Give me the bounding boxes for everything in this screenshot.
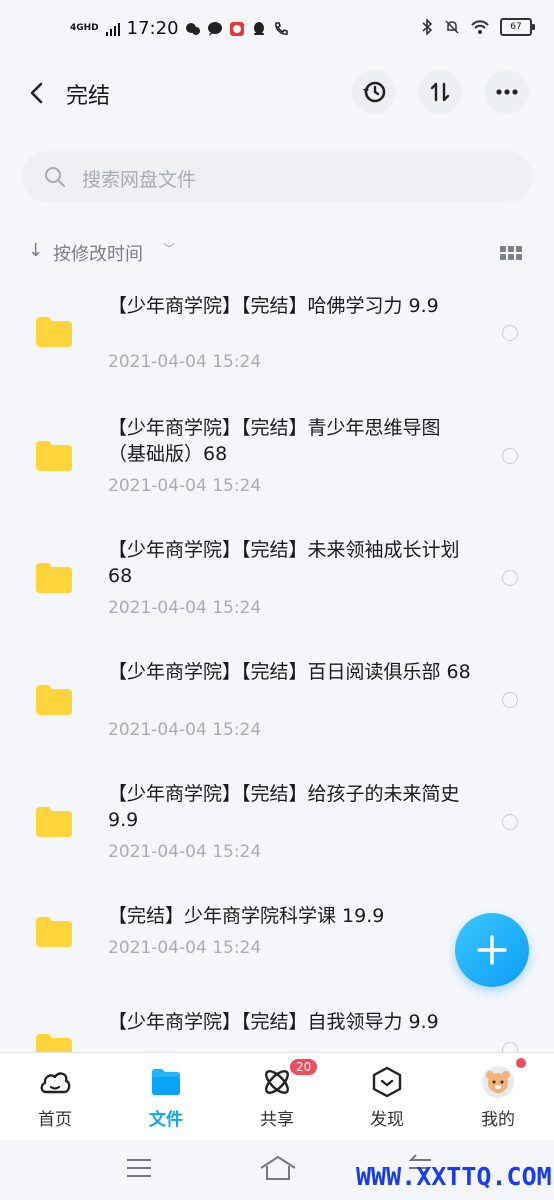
select-radio[interactable] bbox=[502, 814, 518, 830]
back-arrow-icon[interactable] bbox=[22, 78, 52, 108]
file-name: 【少年商学院】【完结】青少年思维导图（基础版）68 bbox=[108, 417, 441, 465]
sort-button[interactable] bbox=[418, 70, 462, 114]
select-radio[interactable] bbox=[502, 570, 518, 586]
tab-discover[interactable]: 发现 bbox=[342, 1065, 432, 1130]
network-indicator: 4GHD bbox=[70, 23, 99, 33]
status-bar: 4GHD 17:20 67 bbox=[0, 0, 554, 60]
status-left: 4GHD 17:20 bbox=[70, 18, 289, 39]
status-right: 67 bbox=[420, 18, 535, 36]
share-badge: 20 bbox=[290, 1059, 318, 1075]
tab-label: 共享 bbox=[260, 1110, 294, 1130]
page-title: 完结 bbox=[66, 84, 111, 109]
search-icon bbox=[45, 167, 65, 187]
file-row[interactable]: 【少年商学院】【完结】自我领导力 9.9 bbox=[0, 1006, 554, 1052]
file-row[interactable]: 【少年商学院】【完结】哈佛学习力 9.9 2021-04-04 15:24 bbox=[0, 290, 554, 390]
select-radio[interactable] bbox=[502, 448, 518, 464]
folder-icon bbox=[36, 441, 72, 471]
bluetooth-icon bbox=[422, 19, 433, 35]
watermark: WWW.XXTTQ.COM bbox=[356, 1162, 552, 1191]
history-button[interactable] bbox=[352, 70, 396, 114]
file-date: 2021-04-04 15:24 bbox=[108, 476, 262, 496]
sort-label[interactable]: 按修改时间 bbox=[53, 240, 143, 266]
add-button[interactable] bbox=[455, 913, 529, 987]
folder-icon bbox=[36, 1034, 72, 1052]
file-row[interactable]: 【少年商学院】【完结】未来领袖成长计划 68 2021-04-04 15:24 bbox=[0, 534, 554, 634]
tab-home[interactable]: 首页 bbox=[10, 1065, 100, 1130]
tab-label: 文件 bbox=[149, 1110, 183, 1130]
grid-view-icon[interactable] bbox=[500, 246, 522, 260]
app-badge-icon bbox=[229, 21, 244, 36]
bottom-tab-bar: 首页 文件 共享 发现 我的 bbox=[0, 1052, 554, 1141]
folder-icon bbox=[36, 807, 72, 837]
tab-label: 首页 bbox=[38, 1110, 72, 1130]
file-name: 【少年商学院】【完结】给孩子的未来简史 9.9 bbox=[108, 783, 460, 831]
orbit-share-icon bbox=[265, 1070, 289, 1094]
mute-bell-icon bbox=[445, 20, 459, 34]
more-button[interactable] bbox=[485, 70, 529, 114]
file-name: 【完结】少年商学院科学课 19.9 bbox=[108, 905, 385, 927]
file-date: 2021-04-04 15:24 bbox=[108, 598, 262, 618]
file-date: 2021-04-04 15:24 bbox=[108, 842, 262, 862]
signal-icon bbox=[105, 22, 120, 36]
more-icon bbox=[496, 89, 518, 95]
sort-bar: ↓ 按修改时间 ﹀ bbox=[0, 232, 554, 272]
file-row[interactable]: 【少年商学院】【完结】百日阅读俱乐部 68 2021-04-04 15:24 bbox=[0, 656, 554, 756]
tab-me[interactable]: 我的 bbox=[453, 1065, 543, 1130]
file-row[interactable]: 【少年商学院】【完结】给孩子的未来简史 9.9 2021-04-04 15:24 bbox=[0, 778, 554, 878]
search-placeholder: 搜索网盘文件 bbox=[82, 169, 197, 191]
file-name: 【少年商学院】【完结】哈佛学习力 9.9 bbox=[108, 295, 439, 317]
file-date: 2021-04-04 15:24 bbox=[108, 720, 262, 740]
folder-icon bbox=[36, 685, 72, 715]
discover-icon bbox=[372, 1066, 402, 1098]
qq-icon bbox=[253, 21, 264, 35]
chevron-down-icon[interactable]: ﹀ bbox=[163, 240, 175, 257]
history-icon bbox=[363, 81, 386, 103]
file-name: 【少年商学院】【完结】未来领袖成长计划 68 bbox=[108, 539, 460, 587]
file-date: 2021-04-04 15:24 bbox=[108, 352, 262, 372]
sort-icon bbox=[430, 82, 450, 102]
select-radio[interactable] bbox=[502, 692, 518, 708]
tab-label: 我的 bbox=[481, 1110, 515, 1130]
folder-icon bbox=[36, 317, 72, 347]
battery-indicator: 67 bbox=[500, 18, 535, 36]
file-date: 2021-04-04 15:24 bbox=[108, 938, 262, 958]
sort-direction-icon[interactable]: ↓ bbox=[28, 240, 43, 261]
home-icon[interactable] bbox=[258, 1154, 298, 1182]
folder-tab-icon bbox=[152, 1069, 180, 1095]
wechat-icon bbox=[185, 22, 200, 35]
tab-label: 发现 bbox=[370, 1110, 404, 1130]
menu-icon[interactable] bbox=[124, 1156, 154, 1180]
chat-bubble-icon bbox=[207, 21, 222, 36]
phone-call-icon bbox=[274, 21, 288, 35]
select-radio[interactable] bbox=[502, 1042, 518, 1052]
battery-level: 67 bbox=[510, 22, 522, 32]
wifi-icon bbox=[471, 20, 489, 34]
avatar-icon bbox=[482, 1066, 514, 1098]
status-time: 17:20 bbox=[126, 18, 179, 39]
tab-files[interactable]: 文件 bbox=[121, 1065, 211, 1130]
plus-icon bbox=[477, 935, 507, 965]
folder-icon bbox=[36, 917, 72, 947]
file-name: 【少年商学院】【完结】自我领导力 9.9 bbox=[108, 1011, 439, 1033]
file-name: 【少年商学院】【完结】百日阅读俱乐部 68 bbox=[108, 661, 471, 683]
select-radio[interactable] bbox=[502, 325, 518, 341]
file-row[interactable]: 【少年商学院】【完结】青少年思维导图（基础版）68 2021-04-04 15:… bbox=[0, 412, 554, 512]
folder-icon bbox=[36, 563, 72, 593]
notification-dot bbox=[516, 1058, 526, 1068]
header: 完结 bbox=[0, 60, 554, 130]
search-input[interactable]: 搜索网盘文件 bbox=[22, 151, 532, 203]
cloud-home-icon bbox=[40, 1072, 71, 1094]
